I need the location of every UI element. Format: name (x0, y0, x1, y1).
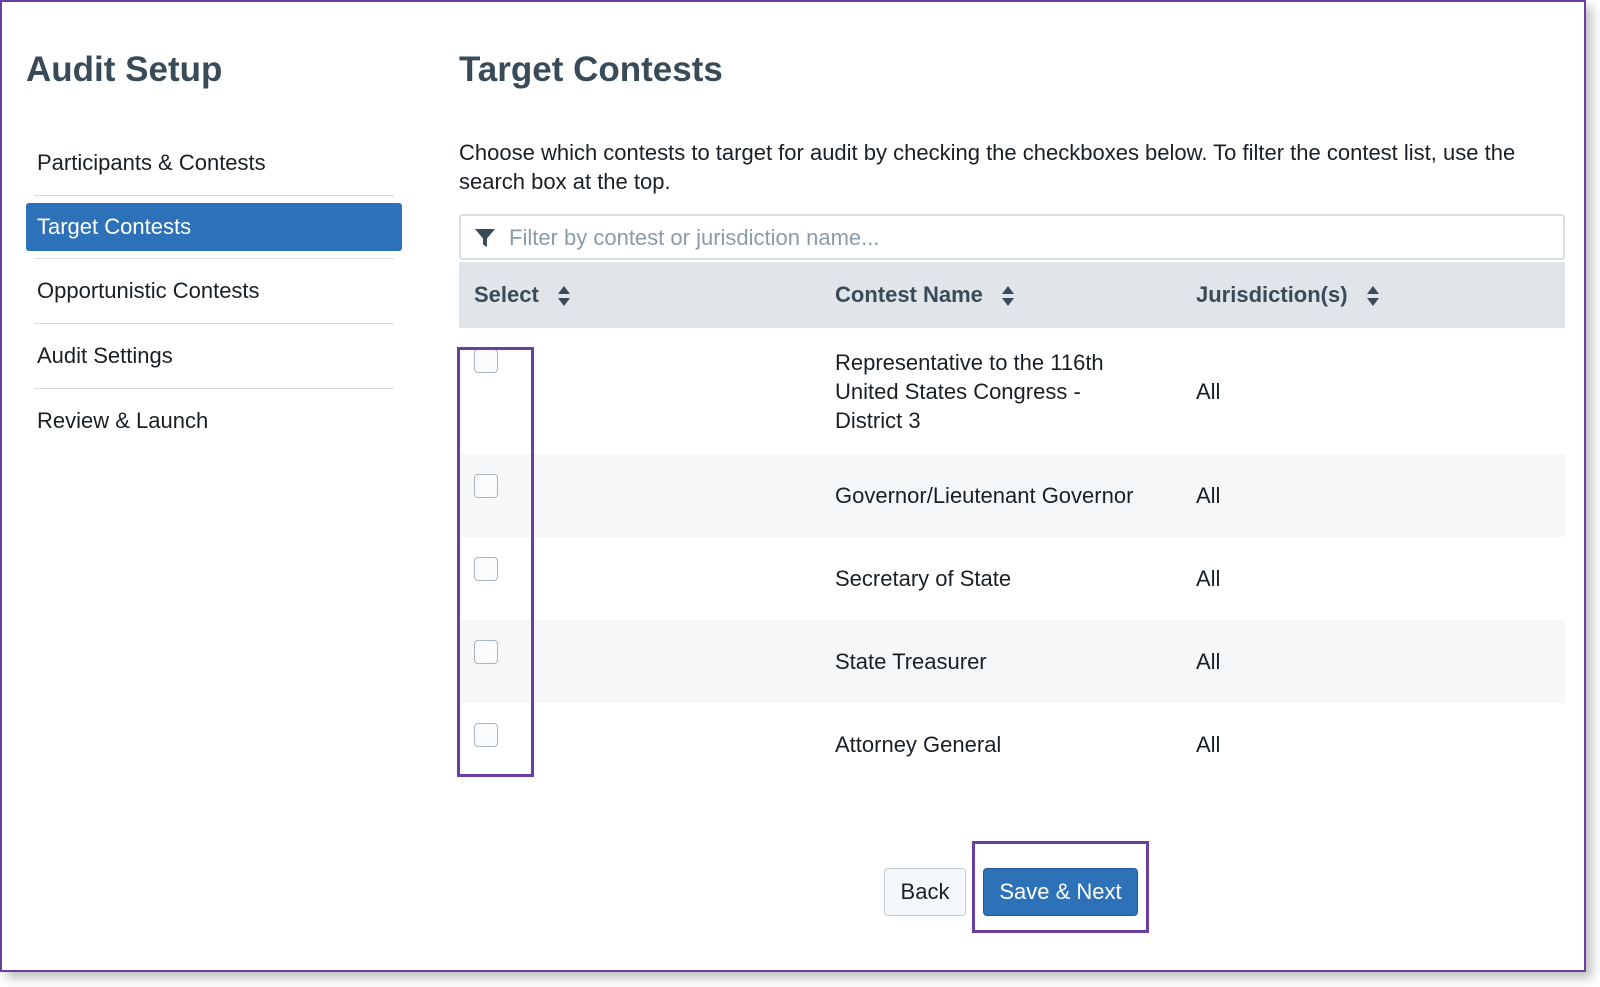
jurisdiction-cell: All (1196, 649, 1221, 674)
contest-name-cell: Representative to the 116th United State… (835, 349, 1104, 433)
table-row: Secretary of State All (459, 537, 1565, 620)
divider (34, 388, 394, 389)
filter-icon (475, 229, 495, 247)
search-box (459, 214, 1565, 260)
row-checkbox[interactable] (474, 723, 498, 747)
table-header-row: Select Contest Name Jurisdiction(s) (459, 262, 1565, 328)
sidebar-item-opportunistic-contests[interactable]: Opportunistic Contests (26, 266, 394, 316)
contests-table: Select Contest Name Jurisdiction(s) Repr… (459, 262, 1565, 786)
sidebar-title: Audit Setup (26, 50, 223, 89)
sidebar-item-audit-settings[interactable]: Audit Settings (26, 331, 394, 381)
column-header-label: Jurisdiction(s) (1196, 282, 1348, 307)
sidebar-item-review-launch[interactable]: Review & Launch (26, 396, 394, 446)
divider (34, 195, 394, 196)
jurisdiction-cell: All (1196, 732, 1221, 757)
contest-name-cell: Secretary of State (835, 566, 1012, 591)
select-cell (459, 620, 820, 703)
row-checkbox[interactable] (474, 474, 498, 498)
jurisdiction-cell: All (1196, 566, 1221, 591)
column-header-label: Contest Name (835, 282, 983, 307)
sort-icon (557, 286, 570, 307)
contest-name-cell: Attorney General (835, 732, 1002, 757)
table-row: Attorney General All (459, 703, 1565, 786)
page-description: Choose which contests to target for audi… (459, 140, 1516, 194)
column-header-jurisdictions[interactable]: Jurisdiction(s) (1181, 262, 1565, 328)
jurisdiction-cell: All (1196, 483, 1221, 508)
sidebar-item-target-contests[interactable]: Target Contests (26, 203, 402, 251)
sort-icon (1366, 286, 1379, 307)
select-cell (459, 703, 820, 786)
column-header-contest-name[interactable]: Contest Name (820, 262, 1181, 328)
row-checkbox[interactable] (474, 349, 498, 373)
save-next-button[interactable]: Save & Next (983, 868, 1138, 916)
search-input[interactable] (507, 220, 1551, 256)
divider (34, 258, 394, 259)
table-row: State Treasurer All (459, 620, 1565, 703)
sidebar-item-participants-contests[interactable]: Participants & Contests (26, 138, 394, 188)
sort-icon (1002, 286, 1015, 307)
app-frame: Audit Setup Participants & Contests Targ… (0, 0, 1586, 972)
contest-name-cell: Governor/Lieutenant Governor (835, 483, 1134, 508)
column-header-label: Select (474, 282, 539, 307)
divider (34, 323, 394, 324)
select-cell (459, 328, 820, 454)
contest-name-cell: State Treasurer (835, 649, 987, 674)
page-title: Target Contests (459, 50, 723, 89)
column-header-select[interactable]: Select (459, 262, 820, 328)
sidebar-nav: Participants & Contests Target Contests … (26, 138, 402, 446)
table-row: Governor/Lieutenant Governor All (459, 454, 1565, 537)
row-checkbox[interactable] (474, 557, 498, 581)
select-cell (459, 537, 820, 620)
back-button[interactable]: Back (884, 868, 966, 916)
jurisdiction-cell: All (1196, 378, 1221, 404)
table-row: Representative to the 116th United State… (459, 328, 1565, 454)
row-checkbox[interactable] (474, 640, 498, 664)
select-cell (459, 454, 820, 537)
